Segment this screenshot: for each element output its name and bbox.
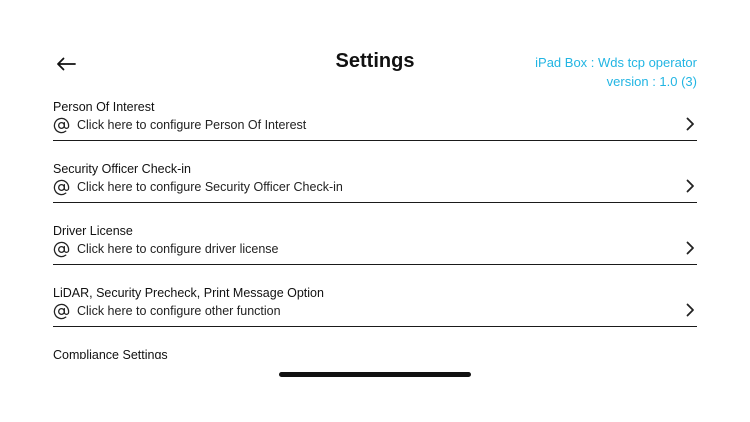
settings-item-security-officer-checkin[interactable]: Security Officer Check-in Click here to … (53, 158, 697, 203)
chevron-right-icon (686, 303, 694, 317)
item-title: Driver License (53, 224, 133, 238)
settings-list[interactable]: Person Of Interest Click here to configu… (53, 96, 697, 359)
settings-item-compliance-settings[interactable]: Compliance Settings (53, 344, 697, 359)
item-description: Click here to configure driver license (77, 242, 279, 256)
at-icon (53, 303, 70, 319)
item-title: Person Of Interest (53, 100, 155, 114)
at-icon (53, 241, 70, 257)
settings-item-person-of-interest[interactable]: Person Of Interest Click here to configu… (53, 96, 697, 141)
device-name: iPad Box : Wds tcp operator (535, 55, 697, 70)
item-title: LiDAR, Security Precheck, Print Message … (53, 286, 324, 300)
settings-item-driver-license[interactable]: Driver License Click here to configure d… (53, 220, 697, 265)
at-icon (53, 117, 70, 133)
item-description: Click here to configure other function (77, 304, 281, 318)
at-icon (53, 179, 70, 195)
settings-item-other-functions[interactable]: LiDAR, Security Precheck, Print Message … (53, 282, 697, 327)
item-title: Compliance Settings (53, 348, 168, 359)
home-indicator (279, 372, 471, 377)
app-version: version : 1.0 (3) (606, 74, 697, 89)
device-info: iPad Box : Wds tcp operator version : 1.… (535, 53, 697, 91)
item-description: Click here to configure Person Of Intere… (77, 118, 307, 132)
chevron-right-icon (686, 117, 694, 131)
item-description: Click here to configure Security Officer… (77, 180, 343, 194)
chevron-right-icon (686, 179, 694, 193)
chevron-right-icon (686, 241, 694, 255)
item-title: Security Officer Check-in (53, 162, 192, 176)
